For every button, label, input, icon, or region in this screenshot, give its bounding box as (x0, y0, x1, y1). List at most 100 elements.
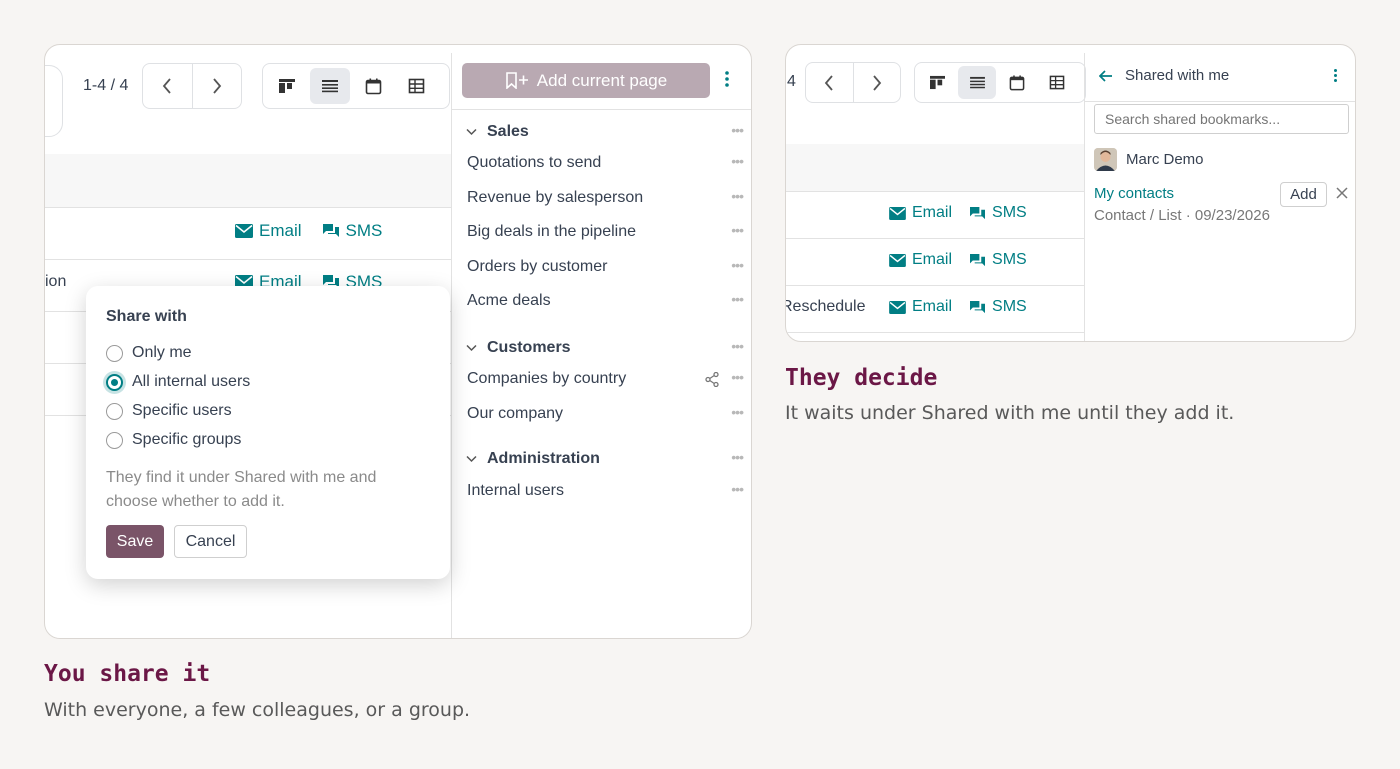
email-icon (889, 300, 906, 314)
row-text-fragment: ion (45, 273, 67, 290)
bookmarks-sidebar: Add current page Sales ••• Quotations to… (452, 45, 751, 638)
kebab-icon (1334, 69, 1337, 82)
right-caption-subtitle: It waits under Shared with me until they… (785, 402, 1235, 424)
radio-button-selected[interactable] (106, 373, 123, 391)
kanban-view-button[interactable] (267, 68, 307, 104)
pager-value[interactable]: 1-4 / 4 (83, 77, 128, 95)
option-only-me[interactable]: Only me (106, 344, 192, 362)
option-specific-groups[interactable]: Specific groups (106, 431, 241, 449)
shared-demo-panel: 4 Email SMS Email SMS Reschedule Email S… (785, 44, 1356, 342)
share-popup: Share with Only me All internal users Sp… (86, 286, 450, 579)
bookmark-item[interactable]: Quotations to send (467, 154, 601, 172)
table-row: Email SMS (889, 251, 1027, 269)
sms-link[interactable]: SMS (969, 204, 1027, 222)
table-row: Email SMS (889, 204, 1027, 222)
radio-button[interactable] (106, 402, 123, 420)
calendar-view-button[interactable] (353, 68, 393, 104)
kanban-view-icon (279, 79, 295, 93)
previous-page-button[interactable] (143, 64, 192, 108)
more-dots-icon[interactable]: ••• (731, 257, 744, 273)
bookmark-item[interactable]: Companies by country (467, 370, 626, 388)
kanban-view-icon (929, 75, 945, 90)
add-button[interactable]: Add (1280, 182, 1327, 207)
dismiss-button[interactable] (1336, 186, 1348, 204)
more-dots-icon[interactable]: ••• (731, 449, 744, 465)
save-button[interactable]: Save (106, 525, 164, 558)
next-page-button[interactable] (852, 63, 900, 102)
sms-icon (322, 224, 339, 237)
view-switcher (262, 63, 450, 109)
add-current-page-button[interactable]: Add current page (462, 63, 710, 98)
more-dots-icon[interactable]: ••• (731, 188, 744, 204)
sms-link[interactable]: SMS (969, 298, 1027, 316)
bookmark-item[interactable]: Our company (467, 405, 563, 423)
back-button[interactable] (1098, 69, 1113, 87)
left-caption-title: You share it (44, 661, 211, 687)
calendar-view-icon (1009, 74, 1025, 90)
popup-hint: They find it under Shared with me and ch… (106, 469, 377, 510)
sms-icon (970, 300, 986, 313)
option-all-internal-users[interactable]: All internal users (106, 373, 250, 391)
arrow-left-icon (1098, 70, 1112, 82)
more-dots-icon[interactable]: ••• (731, 291, 744, 307)
chevron-left-icon (825, 74, 834, 91)
section-administration[interactable]: Administration (466, 450, 600, 468)
chevron-left-icon (163, 78, 172, 94)
list-view-icon (969, 76, 985, 89)
radio-button[interactable] (106, 344, 123, 362)
pivot-view-button[interactable] (1038, 66, 1076, 99)
bookmark-item[interactable]: Acme deals (467, 292, 551, 310)
cancel-button[interactable]: Cancel (174, 525, 247, 558)
kebab-icon (725, 71, 729, 87)
radio-button[interactable] (106, 431, 123, 449)
chevron-down-icon (466, 128, 477, 136)
bookmark-item[interactable]: Big deals in the pipeline (467, 223, 636, 241)
avatar (1094, 148, 1117, 171)
more-dots-icon[interactable]: ••• (731, 153, 744, 169)
list-view-button[interactable] (958, 66, 996, 99)
sms-link[interactable]: SMS (969, 251, 1027, 269)
bookmark-plus-icon (505, 72, 528, 89)
kanban-view-button[interactable] (918, 66, 956, 99)
shared-with-me-sidebar: Shared with me Marc Demo My contacts Con… (1085, 45, 1355, 341)
shared-bookmark-link[interactable]: My contacts (1094, 185, 1174, 202)
pager-buttons (805, 62, 901, 103)
more-dots-icon[interactable]: ••• (731, 122, 744, 138)
email-link[interactable]: Email (889, 204, 952, 222)
sms-icon (970, 206, 986, 219)
sms-link[interactable]: SMS (322, 221, 382, 241)
control-panel-bg (45, 154, 451, 207)
email-link[interactable]: Email (235, 221, 302, 241)
more-dots-icon[interactable]: ••• (731, 222, 744, 238)
search-control-edge[interactable] (45, 65, 63, 137)
user-name: Marc Demo (1126, 151, 1204, 168)
section-sales[interactable]: Sales (466, 123, 529, 141)
table-row: Email SMS (889, 298, 1027, 316)
right-caption-title: They decide (785, 365, 938, 391)
calendar-view-button[interactable] (998, 66, 1036, 99)
search-shared-input[interactable] (1094, 104, 1349, 134)
email-link[interactable]: Email (889, 298, 952, 316)
more-dots-icon[interactable]: ••• (731, 338, 744, 354)
shared-bookmark-meta: Contact / List · 09/23/2026 (1094, 207, 1270, 224)
email-icon (889, 253, 906, 267)
bookmark-item[interactable]: Internal users (467, 482, 564, 500)
more-dots-icon[interactable]: ••• (731, 404, 744, 420)
bookmarks-menu-kebab[interactable] (724, 70, 730, 93)
more-dots-icon[interactable]: ••• (731, 369, 744, 385)
option-specific-users[interactable]: Specific users (106, 402, 232, 420)
pivot-view-button[interactable] (396, 68, 436, 104)
next-page-button[interactable] (191, 64, 241, 108)
more-dots-icon[interactable]: ••• (731, 481, 744, 497)
list-view-button[interactable] (310, 68, 350, 104)
chevron-right-icon (873, 74, 882, 91)
view-switcher (914, 62, 1086, 103)
share-icon[interactable] (705, 371, 719, 392)
bookmark-item[interactable]: Revenue by salesperson (467, 189, 643, 207)
shared-menu-kebab[interactable] (1333, 68, 1338, 88)
section-customers[interactable]: Customers (466, 339, 571, 357)
email-link[interactable]: Email (889, 251, 952, 269)
table-row: Email SMS (235, 221, 382, 241)
bookmark-item[interactable]: Orders by customer (467, 258, 607, 276)
previous-page-button[interactable] (806, 63, 853, 102)
